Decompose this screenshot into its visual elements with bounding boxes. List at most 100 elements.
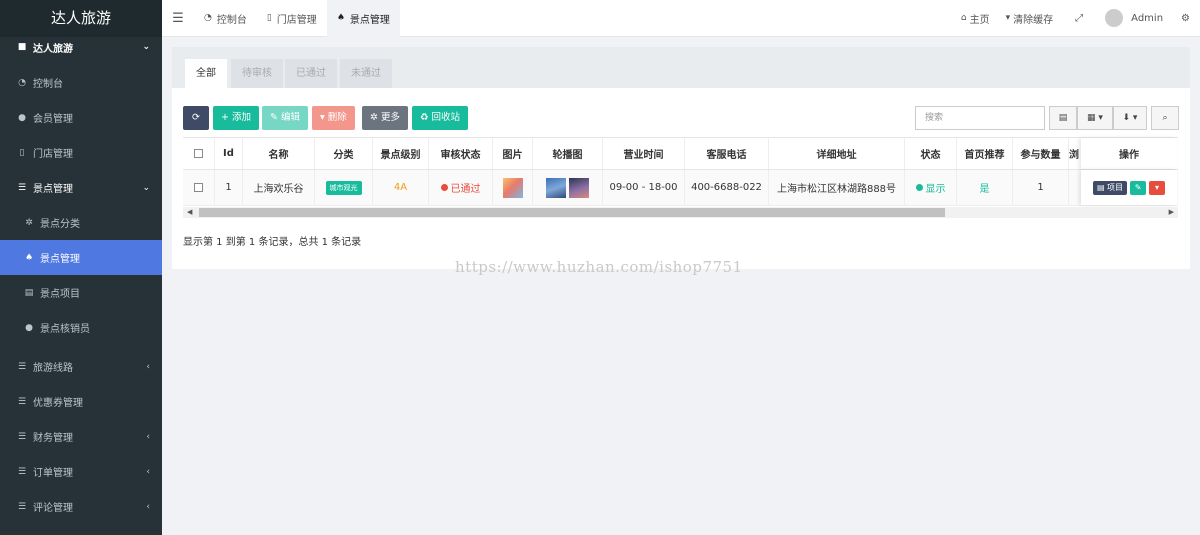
sidebar-item-finance[interactable]: ☰ 财务管理 ‹ xyxy=(0,419,162,454)
sidebar-item-attraction-manage[interactable]: ♠ 景点管理 xyxy=(0,240,162,275)
tree-icon: ♠ xyxy=(336,13,345,23)
col-category: 分类 xyxy=(315,138,373,169)
cell-count: 1 xyxy=(1013,170,1069,205)
user-name: Admin xyxy=(1131,12,1164,24)
sidebar-item-label: 景点核销员 xyxy=(40,324,90,335)
list-icon: ☰ xyxy=(17,182,27,193)
row-checkbox[interactable] xyxy=(183,170,215,205)
tab-all[interactable]: 全部 xyxy=(185,59,227,88)
list-icon: ☰ xyxy=(17,396,27,407)
sidebar-item-verifiers[interactable]: ● 景点核销员 xyxy=(0,310,162,345)
scroll-left-icon[interactable]: ◀ xyxy=(187,207,192,218)
sidebar-item-attraction-projects[interactable]: ▤ 景点项目 xyxy=(0,275,162,310)
brand-title: 达人旅游 xyxy=(0,0,162,37)
horizontal-scrollbar[interactable]: ◀ ▶ xyxy=(183,207,1178,218)
col-carousel: 轮播图 xyxy=(533,138,603,169)
scroll-thumb[interactable] xyxy=(199,208,945,217)
sidebar-group-label: 达人旅游 xyxy=(33,43,73,55)
home-link[interactable]: ⌂ 主页 xyxy=(953,11,998,26)
sidebar-group-header[interactable]: ■ 达人旅游 ⌄ xyxy=(0,37,162,57)
sidebar-item-comments[interactable]: ☰ 评论管理 ‹ xyxy=(0,489,162,524)
tab-pending[interactable]: 待审核 xyxy=(231,59,283,88)
sidebar-item-label: 景点管理 xyxy=(40,254,80,265)
users-icon: ● xyxy=(18,112,26,123)
cogs-icon: ✲ xyxy=(25,217,33,228)
toggle-view-icon[interactable]: ▤ xyxy=(1049,106,1077,130)
status-dot-icon xyxy=(915,184,923,191)
edit-button[interactable]: ✎ 编辑 xyxy=(262,106,308,130)
scroll-right-icon[interactable]: ▶ xyxy=(1169,207,1174,218)
sidebar-item-members[interactable]: ● 会员管理 xyxy=(0,100,162,135)
col-operations-wrap: 操作 xyxy=(1081,138,1177,169)
folder-icon: ■ xyxy=(17,42,27,52)
pencil-icon: ✎ xyxy=(1134,182,1142,192)
sidebar-item-label: 财务管理 xyxy=(33,433,73,444)
sidebar-item-attractions[interactable]: ☰ 景点管理 ⌄ xyxy=(0,170,162,205)
content-panel: 全部 待审核 已通过 未通过 ⟳ + 添加 ✎ 编辑 ▾ 删除 ✲ 更多 ♻ 回… xyxy=(172,47,1190,269)
tab-rejected[interactable]: 未通过 xyxy=(340,59,392,88)
more-button[interactable]: ✲ 更多 xyxy=(362,106,408,130)
cog-icon: ✲ xyxy=(370,112,378,123)
columns-icon[interactable]: ▦ ▾ xyxy=(1077,106,1113,130)
chevron-down-icon: ⌄ xyxy=(142,182,150,193)
search-icon[interactable]: ⌕ xyxy=(1151,106,1179,130)
recycle-icon: ♻ xyxy=(420,112,429,123)
settings-icon[interactable]: ⚙ xyxy=(1171,13,1200,24)
category-badge: 城市观光 xyxy=(325,180,362,195)
delete-button[interactable]: ▾ 删除 xyxy=(312,106,355,130)
status-text: 显示 xyxy=(925,184,946,195)
operations-group: ▤ 项目 ✎ ▾ xyxy=(1081,170,1177,205)
list-icon: ☰ xyxy=(17,466,27,477)
col-level: 景点级别 xyxy=(373,138,429,169)
tab-approved[interactable]: 已通过 xyxy=(285,59,337,88)
project-button[interactable]: ▤ 项目 xyxy=(1092,180,1128,195)
sidebar-item-label: 景点分类 xyxy=(40,219,80,230)
recycle-bin-button[interactable]: ♻ 回收站 xyxy=(412,106,469,130)
carousel-image[interactable] xyxy=(569,177,589,198)
cell-status: 显示 xyxy=(905,170,957,205)
sidebar-item-coupons[interactable]: ☰ 优惠券管理 xyxy=(0,384,162,419)
carousel-image[interactable] xyxy=(546,177,566,198)
tab-attractions[interactable]: ♠ 景点管理 xyxy=(326,0,400,37)
col-id[interactable]: Id xyxy=(215,138,243,169)
sidebar-item-label: 订单管理 xyxy=(33,468,73,479)
pencil-icon: ✎ xyxy=(270,112,278,123)
sidebar-item-attraction-category[interactable]: ✲ 景点分类 xyxy=(0,205,162,240)
dashboard-icon: ◔ xyxy=(204,13,212,23)
sidebar-item-routes[interactable]: ☰ 旅游线路 ‹ xyxy=(0,349,162,384)
add-button[interactable]: + 添加 xyxy=(213,106,259,130)
sidebar-item-stores[interactable]: ▯ 门店管理 xyxy=(0,135,162,170)
col-status: 状态 xyxy=(905,138,957,169)
image-icon: ▤ xyxy=(1096,182,1105,192)
export-icon[interactable]: ⬇ ▾ xyxy=(1113,106,1147,130)
row-delete-button[interactable]: ▾ xyxy=(1149,180,1166,195)
user-menu[interactable]: Admin xyxy=(1097,9,1171,27)
cell-operations: ▤ 项目 ✎ ▾ xyxy=(1081,170,1177,205)
sidebar-item-orders[interactable]: ☰ 订单管理 ‹ xyxy=(0,454,162,489)
attraction-image[interactable] xyxy=(502,177,523,198)
select-all-checkbox[interactable] xyxy=(183,138,215,169)
tab-label: 景点管理 xyxy=(349,14,390,26)
tab-dashboard[interactable]: ◔ 控制台 xyxy=(194,0,257,37)
home-label: 主页 xyxy=(969,14,990,26)
sidebar-item-dashboard[interactable]: ◔ 控制台 xyxy=(0,65,162,100)
building-icon: ▯ xyxy=(19,147,25,158)
row-edit-button[interactable]: ✎ xyxy=(1130,180,1147,195)
search-input[interactable]: 搜索 xyxy=(915,106,1045,130)
tab-stores[interactable]: ▯ 门店管理 xyxy=(257,0,327,37)
col-count: 参与数量 xyxy=(1013,138,1069,169)
col-audit: 审核状态 xyxy=(429,138,493,169)
sidebar-item-label: 门店管理 xyxy=(33,149,73,160)
cell-carousel xyxy=(533,170,603,205)
tab-label: 门店管理 xyxy=(276,14,317,26)
chevron-left-icon: ‹ xyxy=(146,501,150,512)
dashboard-icon: ◔ xyxy=(18,77,26,88)
menu-toggle-icon[interactable]: ☰ xyxy=(162,11,194,26)
refresh-button[interactable]: ⟳ xyxy=(183,106,209,130)
user-icon: ● xyxy=(25,322,33,333)
project-label: 项目 xyxy=(1107,182,1124,192)
building-icon: ▯ xyxy=(266,13,272,23)
col-recommend: 首页推荐 xyxy=(957,138,1013,169)
clear-cache-button[interactable]: ▾ 清除缓存 xyxy=(998,11,1062,26)
fullscreen-icon[interactable]: ⤢ xyxy=(1061,13,1097,24)
